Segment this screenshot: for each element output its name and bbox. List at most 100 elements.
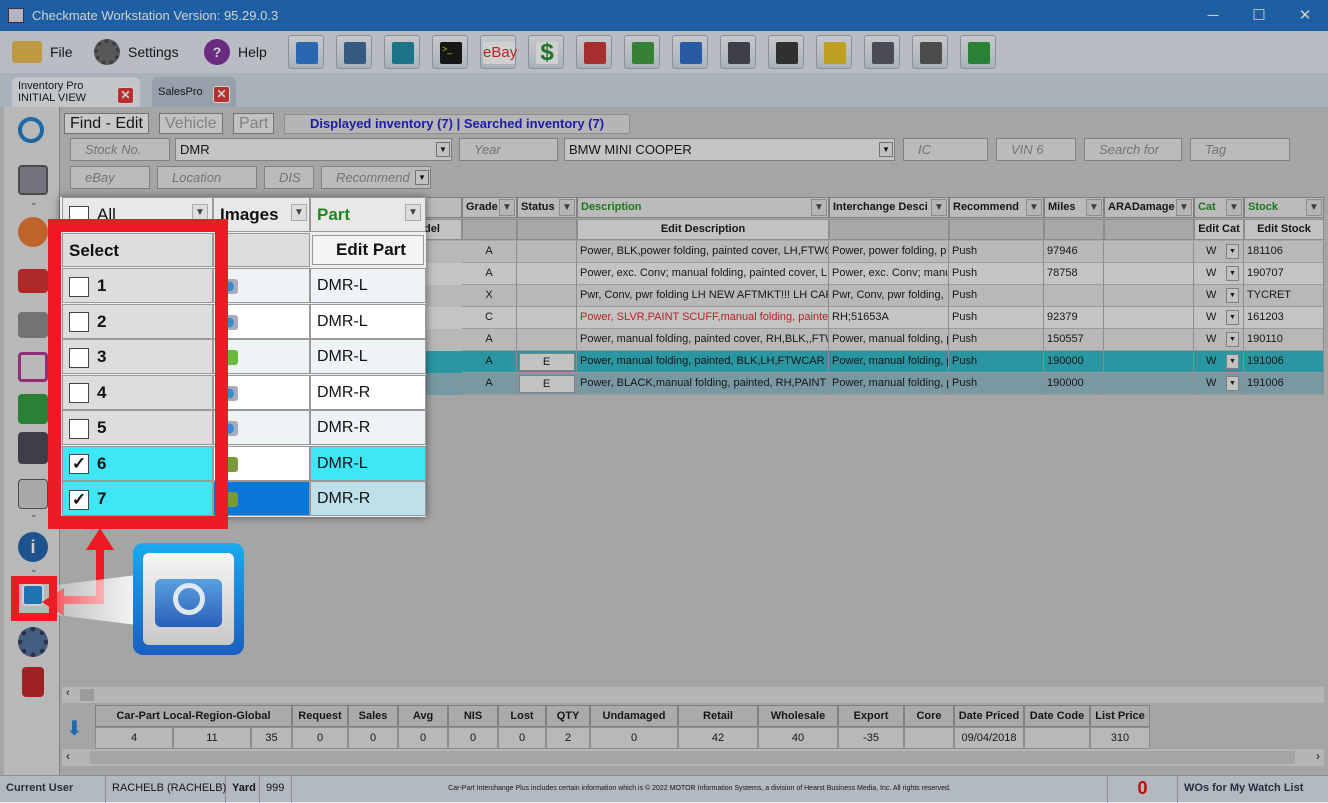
- model-field[interactable]: BMW MINI COOPER ▼: [564, 138, 895, 161]
- column-header-miles[interactable]: Miles ▼: [1044, 197, 1104, 218]
- filter-icon[interactable]: ▼: [499, 199, 515, 216]
- search-for-field[interactable]: Search for: [1084, 138, 1182, 161]
- close-button[interactable]: ✕: [1282, 0, 1328, 31]
- arrow-down-icon[interactable]: ⬇: [66, 716, 83, 741]
- add-vehicle-icon[interactable]: [18, 269, 48, 293]
- chevron-down-icon[interactable]: ▼: [1226, 376, 1239, 391]
- lock-button[interactable]: [816, 35, 852, 69]
- ebay-button[interactable]: eBay: [480, 35, 517, 69]
- chevron-down-icon[interactable]: ▼: [415, 170, 429, 185]
- settings-menu[interactable]: Settings: [94, 39, 179, 65]
- edit-view-icon[interactable]: [18, 165, 48, 195]
- status-edit-button[interactable]: E: [518, 353, 575, 371]
- column-header-stock[interactable]: Stock ▼: [1244, 197, 1324, 218]
- horizontal-scrollbar[interactable]: ‹: [62, 687, 1324, 703]
- print-icon[interactable]: [18, 432, 48, 464]
- chevron-down-icon[interactable]: ▼: [879, 142, 893, 157]
- edit-icon[interactable]: [18, 352, 48, 382]
- filter-icon[interactable]: ▼: [291, 204, 307, 221]
- status-edit-button[interactable]: E: [518, 375, 575, 393]
- filter-icon[interactable]: ▼: [1226, 199, 1242, 216]
- scroll-right-icon[interactable]: ›: [1316, 749, 1320, 763]
- filter-icon[interactable]: ▼: [1176, 199, 1192, 216]
- column-header-recommend[interactable]: Recommend ▼: [949, 197, 1044, 218]
- edit-cat-button[interactable]: Edit Cat: [1194, 219, 1244, 240]
- file-menu[interactable]: File: [12, 39, 73, 65]
- maximize-button[interactable]: ☐: [1236, 0, 1282, 31]
- scroll-thumb[interactable]: [80, 689, 94, 701]
- scroll-thumb[interactable]: [90, 751, 1295, 764]
- watch-list-link[interactable]: WOs for My Watch List: [1178, 776, 1328, 803]
- filter-icon[interactable]: ▼: [1306, 199, 1322, 216]
- auction-button[interactable]: [576, 35, 612, 69]
- add-engine-icon[interactable]: [18, 312, 48, 338]
- filter-icon[interactable]: ▼: [559, 199, 575, 216]
- recommend-field[interactable]: Recommend ▼: [321, 166, 431, 189]
- chevron-down-icon[interactable]: ▼: [1226, 332, 1239, 347]
- ebay-field[interactable]: eBay: [70, 166, 150, 189]
- chevron-down-icon[interactable]: ▼: [1226, 288, 1239, 303]
- bottom-scrollbar[interactable]: ‹ ›: [62, 749, 1324, 766]
- tab-find-edit[interactable]: Find - Edit: [64, 113, 149, 134]
- column-header-description[interactable]: Description ▼: [577, 197, 829, 218]
- cash-register-button[interactable]: [864, 35, 900, 69]
- scroll-left-icon[interactable]: ‹: [66, 687, 70, 699]
- dis-field[interactable]: DIS: [264, 166, 314, 189]
- column-header-status[interactable]: Status ▼: [517, 197, 577, 218]
- edit-description-button[interactable]: Edit Description: [577, 219, 829, 240]
- tag-field[interactable]: Tag: [1190, 138, 1290, 161]
- gear-icon[interactable]: [18, 627, 48, 657]
- location-field[interactable]: Location: [157, 166, 257, 189]
- undo-icon[interactable]: [18, 217, 48, 247]
- chart-button[interactable]: [336, 35, 372, 69]
- filter-icon[interactable]: ▼: [811, 199, 827, 216]
- inventory-button[interactable]: [288, 35, 324, 69]
- trash-icon[interactable]: [22, 667, 44, 697]
- filter-icon[interactable]: ▼: [1086, 199, 1102, 216]
- chevron-down-icon[interactable]: ⌄: [30, 197, 38, 208]
- chevron-down-icon[interactable]: ▼: [1226, 244, 1239, 259]
- help-menu[interactable]: ? Help: [204, 39, 267, 65]
- chevron-down-icon[interactable]: ▼: [436, 142, 450, 157]
- column-header-cat[interactable]: Cat ▼: [1194, 197, 1244, 218]
- edit-part-button[interactable]: Edit Part: [312, 235, 424, 265]
- displayed-inventory[interactable]: Displayed inventory (7): [310, 116, 453, 131]
- graduation-button[interactable]: [768, 35, 804, 69]
- searched-inventory[interactable]: Searched inventory (7): [464, 116, 604, 131]
- ic-field[interactable]: IC: [903, 138, 988, 161]
- tab-part[interactable]: Part: [233, 113, 275, 134]
- scroll-left-icon[interactable]: ‹: [66, 749, 70, 763]
- refresh-button[interactable]: [960, 35, 996, 69]
- tab-salespro[interactable]: SalesPro ✕: [152, 77, 236, 107]
- column-header-aradamage[interactable]: ARADamage ▼: [1104, 197, 1194, 218]
- vin6-field[interactable]: VIN 6: [996, 138, 1076, 161]
- filter-icon[interactable]: ▼: [405, 204, 421, 221]
- part-field[interactable]: DMR ▼: [175, 138, 452, 161]
- settings-green-button[interactable]: [624, 35, 660, 69]
- info-icon[interactable]: i: [18, 532, 48, 562]
- edit-stock-button[interactable]: Edit Stock: [1244, 219, 1324, 240]
- minimize-button[interactable]: ─: [1190, 0, 1236, 31]
- report-button[interactable]: [672, 35, 708, 69]
- chevron-down-icon[interactable]: ▼: [1226, 266, 1239, 281]
- terminal-button[interactable]: >_: [432, 35, 468, 69]
- search-icon[interactable]: [18, 117, 44, 143]
- filter-icon[interactable]: ▼: [931, 199, 947, 216]
- user-button[interactable]: [720, 35, 756, 69]
- column-header-grade[interactable]: Grade ▼: [462, 197, 517, 218]
- barcode-icon[interactable]: [18, 479, 48, 509]
- chevron-down-icon[interactable]: ⌄: [30, 509, 38, 520]
- year-field[interactable]: Year: [459, 138, 558, 161]
- chevron-down-icon[interactable]: ▼: [1226, 310, 1239, 325]
- stock-no-field[interactable]: Stock No.: [70, 138, 170, 161]
- tab-vehicle[interactable]: Vehicle: [159, 113, 223, 134]
- close-tab-icon[interactable]: ✕: [213, 86, 230, 103]
- chevron-down-icon[interactable]: ▼: [1226, 354, 1239, 369]
- filter-icon[interactable]: ▼: [1026, 199, 1042, 216]
- close-tab-icon[interactable]: ✕: [117, 87, 134, 104]
- dollar-button[interactable]: $: [528, 35, 564, 69]
- column-header-interchange-desci[interactable]: Interchange Desci ▼: [829, 197, 949, 218]
- save-icon[interactable]: [18, 394, 48, 424]
- tab-inventory-pro[interactable]: Inventory Pro INITIAL VIEW ✕: [12, 77, 140, 107]
- images-button[interactable]: [384, 35, 420, 69]
